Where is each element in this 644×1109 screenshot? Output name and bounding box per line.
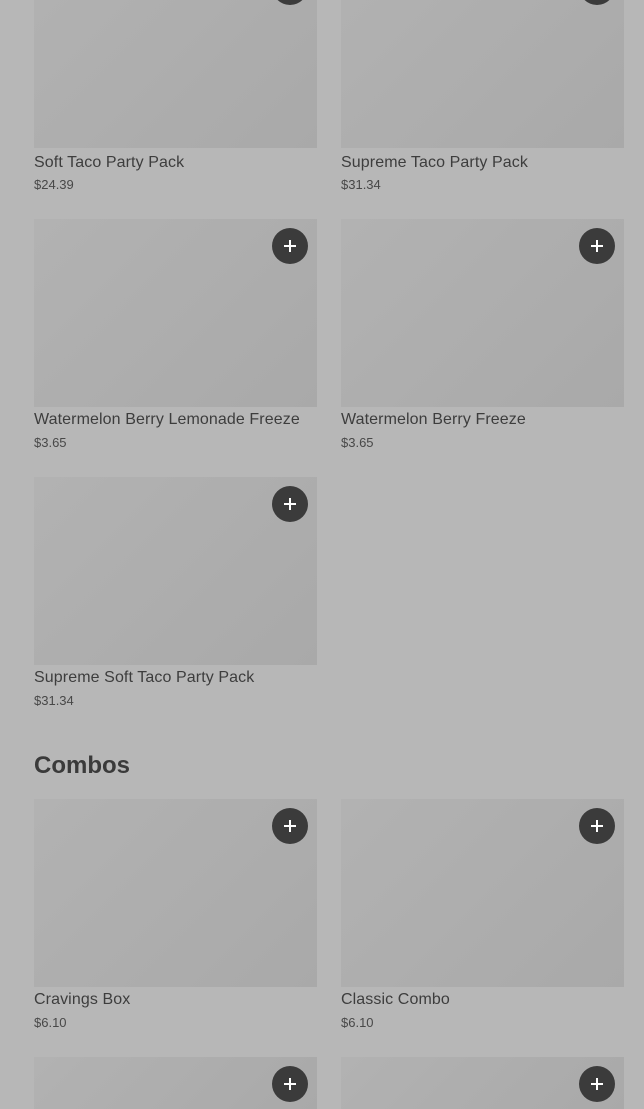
- add-to-cart-button[interactable]: [579, 228, 615, 264]
- section-title-combos: Combos: [34, 752, 130, 779]
- item-image-placeholder[interactable]: [341, 0, 624, 148]
- add-to-cart-button[interactable]: [272, 486, 308, 522]
- item-name[interactable]: Cravings Box: [34, 990, 130, 1010]
- item-price: $6.10: [341, 1015, 374, 1030]
- add-to-cart-button[interactable]: [272, 1066, 308, 1102]
- item-name[interactable]: Supreme Soft Taco Party Pack: [34, 668, 254, 688]
- item-price: $31.34: [34, 693, 74, 708]
- item-price: $24.39: [34, 177, 74, 192]
- add-to-cart-button[interactable]: [579, 1066, 615, 1102]
- add-to-cart-button[interactable]: [272, 808, 308, 844]
- item-price: $3.65: [341, 435, 374, 450]
- item-name[interactable]: Classic Combo: [341, 990, 450, 1010]
- plus-icon: [284, 498, 296, 510]
- plus-icon: [591, 1078, 603, 1090]
- item-name[interactable]: Supreme Taco Party Pack: [341, 153, 528, 173]
- plus-icon: [591, 820, 603, 832]
- item-price: $6.10: [34, 1015, 67, 1030]
- item-name[interactable]: Watermelon Berry Lemonade Freeze: [34, 410, 300, 430]
- item-price: $31.34: [341, 177, 381, 192]
- item-image-placeholder[interactable]: [34, 0, 317, 148]
- plus-icon: [284, 240, 296, 252]
- plus-icon: [284, 820, 296, 832]
- plus-icon: [591, 240, 603, 252]
- item-name[interactable]: Soft Taco Party Pack: [34, 153, 184, 173]
- item-name[interactable]: Watermelon Berry Freeze: [341, 410, 526, 430]
- plus-icon: [284, 1078, 296, 1090]
- add-to-cart-button[interactable]: [579, 808, 615, 844]
- add-to-cart-button[interactable]: [272, 228, 308, 264]
- item-price: $3.65: [34, 435, 67, 450]
